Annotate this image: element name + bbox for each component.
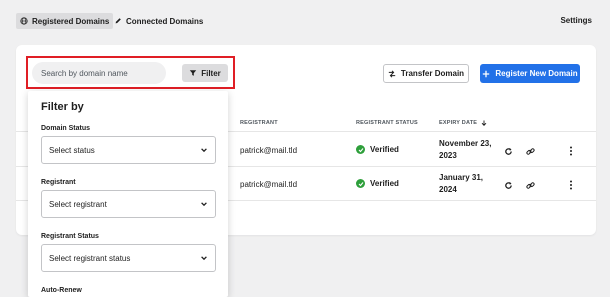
transfer-icon — [388, 69, 396, 78]
pen-icon — [115, 18, 121, 24]
settings-link[interactable]: Settings — [560, 16, 592, 25]
row-1-expiry: November 23, 2023 — [439, 138, 491, 162]
row-2-expiry: January 31, 2024 — [439, 172, 483, 196]
search-input[interactable] — [32, 62, 166, 84]
row-1-status: Verified — [356, 145, 399, 154]
filter-button[interactable]: Filter — [182, 64, 228, 82]
expiry-line: 2024 — [439, 185, 457, 194]
expiry-line: January 31, — [439, 173, 484, 182]
arrow-down-icon — [481, 120, 487, 126]
registrant-label: Registrant — [41, 179, 76, 186]
chevron-down-icon — [201, 148, 207, 153]
header-registrant-status: REGISTRANT STATUS — [356, 120, 418, 126]
row-2-registrant: patrick@mail.tld — [240, 180, 298, 189]
filter-label: Filter — [201, 68, 221, 78]
registrant-status-select[interactable]: Select registrant status — [41, 244, 216, 272]
plus-icon — [483, 70, 490, 77]
row-1-registrant: patrick@mail.tld — [240, 146, 298, 155]
transfer-label: Transfer Domain — [400, 69, 465, 78]
register-label: Register New Domain — [495, 69, 578, 78]
tab-connected-domains[interactable]: Connected Domains — [110, 13, 207, 29]
globe-icon — [20, 17, 28, 25]
expiry-line: November 23, — [439, 139, 492, 148]
tab-label: Registered Domains — [32, 16, 110, 26]
expiry-line: 2023 — [439, 151, 457, 160]
row-2-status: Verified — [356, 179, 399, 188]
more-options-icon[interactable] — [566, 146, 576, 156]
status-label: Verified — [370, 179, 399, 188]
registrant-status-label: Registrant Status — [41, 233, 99, 240]
filter-panel-title: Filter by — [41, 101, 84, 113]
link-icon[interactable] — [525, 180, 535, 190]
select-value: Select status — [49, 145, 95, 155]
check-icon — [356, 145, 365, 154]
tab-label: Connected Domains — [126, 16, 204, 26]
registrant-select[interactable]: Select registrant — [41, 190, 216, 218]
more-options-icon[interactable] — [566, 180, 576, 190]
status-label: Verified — [370, 145, 399, 154]
link-icon[interactable] — [525, 146, 535, 156]
refresh-icon[interactable] — [503, 180, 513, 190]
header-expiry-date[interactable]: EXPIRY DATE — [439, 120, 487, 126]
tab-registered-domains[interactable]: Registered Domains — [16, 13, 114, 29]
chevron-down-icon — [201, 256, 207, 261]
header-expiry-label: EXPIRY DATE — [439, 120, 478, 126]
filter-icon — [190, 70, 197, 76]
transfer-domain-button[interactable]: Transfer Domain — [383, 64, 469, 83]
top-navigation: Registered Domains Connected Domains Set… — [0, 0, 610, 40]
domain-status-label: Domain Status — [41, 125, 91, 132]
auto-renew-label: Auto-Renew — [41, 287, 82, 294]
register-domain-button[interactable]: Register New Domain — [480, 64, 580, 83]
header-registrant: REGISTRANT — [240, 120, 278, 126]
check-icon — [356, 179, 365, 188]
chevron-down-icon — [201, 202, 207, 207]
refresh-icon[interactable] — [503, 146, 513, 156]
select-value: Select registrant status — [49, 253, 131, 263]
domain-status-select[interactable]: Select status — [41, 136, 216, 164]
select-value: Select registrant — [49, 199, 107, 209]
